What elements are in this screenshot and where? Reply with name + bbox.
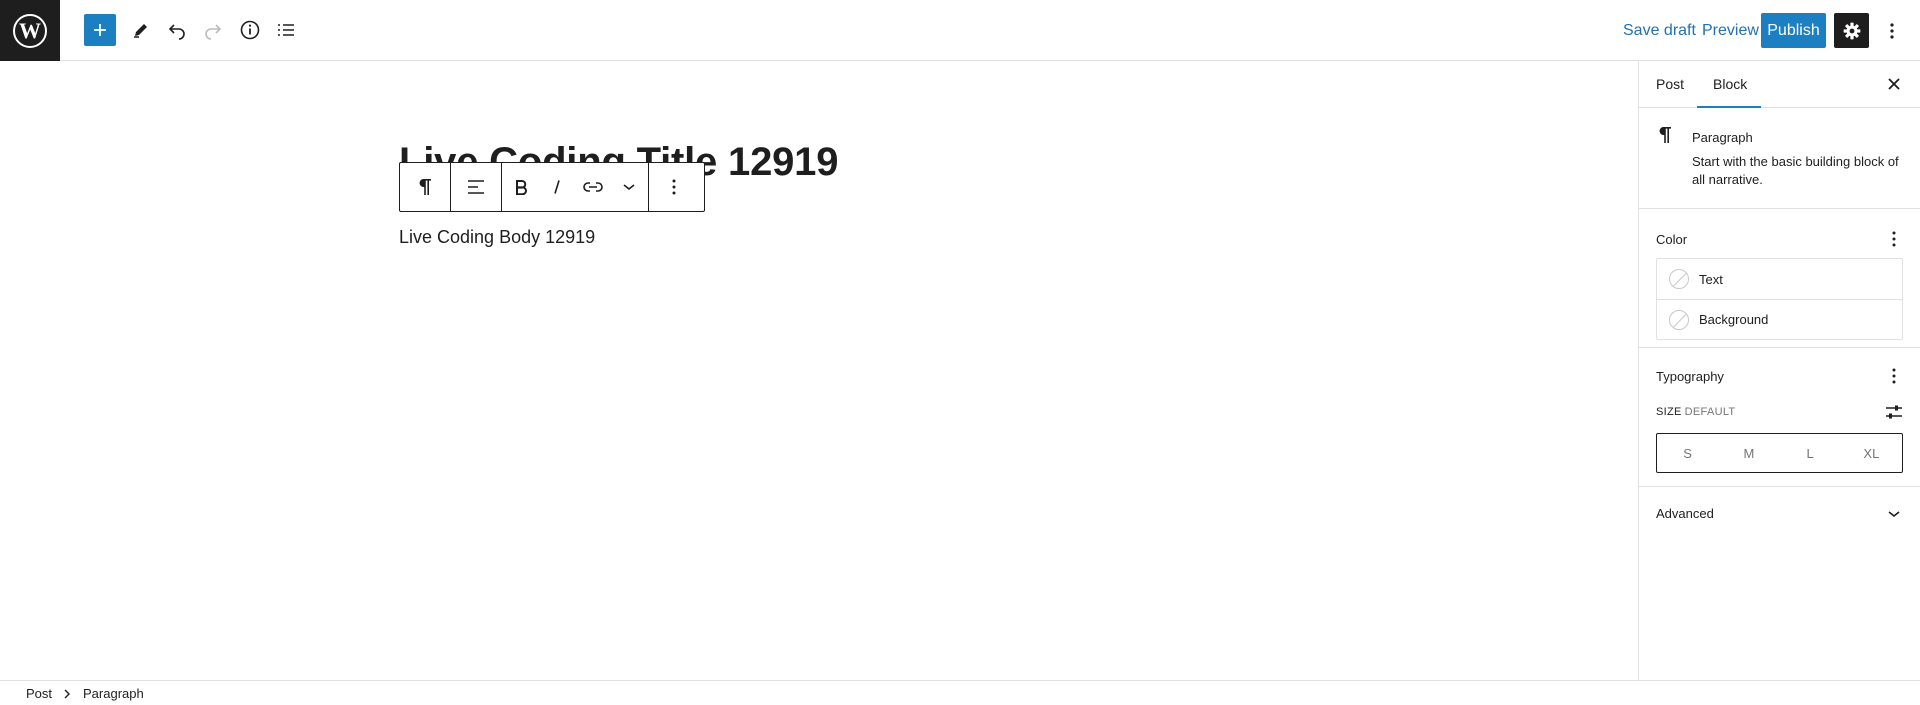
block-switcher-group <box>400 163 451 211</box>
typography-panel-heading: Typography <box>1656 369 1724 384</box>
typography-options-button[interactable] <box>1879 361 1909 391</box>
tab-post[interactable]: Post <box>1656 61 1684 108</box>
settings-sidebar: Post Block Paragraph Start with the basi… <box>1638 61 1920 681</box>
bold-button[interactable] <box>503 163 539 211</box>
more-vertical-icon <box>672 179 676 195</box>
gear-icon <box>1843 22 1860 39</box>
italic-button[interactable] <box>539 163 575 211</box>
chevron-down-icon <box>623 184 635 191</box>
block-card-description: Start with the basic building block of a… <box>1692 154 1899 187</box>
block-options-button[interactable] <box>650 163 698 211</box>
paragraph-icon <box>419 179 431 195</box>
align-group <box>451 163 502 211</box>
custom-size-toggle[interactable] <box>1879 400 1909 424</box>
background-color-item[interactable]: Background <box>1657 299 1902 339</box>
list-view-icon[interactable] <box>269 13 303 47</box>
text-color-item[interactable]: Text <box>1657 259 1902 299</box>
more-vertical-icon <box>1892 231 1896 247</box>
breadcrumb-paragraph[interactable]: Paragraph <box>83 686 144 701</box>
color-swatch <box>1669 269 1689 289</box>
typography-panel: Typography SIZE DEFAULT S M L XL <box>1639 349 1920 487</box>
paragraph-block-switcher[interactable] <box>401 163 449 211</box>
advanced-panel-heading: Advanced <box>1656 506 1714 521</box>
font-size-picker: S M L XL <box>1656 433 1903 473</box>
link-button[interactable] <box>575 163 611 211</box>
color-options-button[interactable] <box>1879 224 1909 254</box>
editor-canvas: Live Coding Title 12919 Live Coding Body… <box>0 61 1640 681</box>
edit-tools-icon[interactable] <box>124 13 158 47</box>
bold-icon <box>516 180 527 195</box>
add-block-button[interactable] <box>84 14 116 46</box>
breadcrumb: Post Paragraph <box>0 680 1920 705</box>
color-item-label: Text <box>1699 271 1723 287</box>
chevron-down-icon <box>1879 499 1909 529</box>
size-option-xl[interactable]: XL <box>1841 434 1902 472</box>
font-size-value: DEFAULT <box>1684 406 1736 418</box>
format-group <box>502 163 649 211</box>
size-option-s[interactable]: S <box>1657 434 1718 472</box>
options-group <box>649 163 699 211</box>
settings-sliders-icon <box>1886 405 1902 419</box>
more-vertical-icon <box>1892 368 1896 384</box>
paragraph-block[interactable]: Live Coding Body 12919 <box>399 227 595 248</box>
undo-icon[interactable] <box>160 13 194 47</box>
font-size-label: SIZE DEFAULT <box>1656 406 1735 418</box>
svg-text:W: W <box>19 18 41 43</box>
settings-button[interactable] <box>1834 13 1869 48</box>
close-icon <box>1888 78 1900 90</box>
more-vertical-icon <box>1890 22 1894 39</box>
size-option-m[interactable]: M <box>1718 434 1779 472</box>
preview-button[interactable]: Preview <box>1702 18 1759 44</box>
block-card-title: Paragraph <box>1692 130 1753 145</box>
size-option-l[interactable]: L <box>1780 434 1841 472</box>
advanced-panel-toggle[interactable]: Advanced <box>1639 488 1920 540</box>
italic-icon <box>554 180 560 194</box>
save-draft-button[interactable]: Save draft <box>1623 18 1696 44</box>
color-panel-heading: Color <box>1656 232 1688 247</box>
sidebar-tabs: Post Block <box>1639 61 1920 108</box>
font-size-label-text: SIZE <box>1656 406 1682 418</box>
details-info-icon[interactable] <box>233 13 267 47</box>
editor-header: W Save draft Preview Publish <box>0 0 1920 61</box>
link-icon <box>583 182 603 192</box>
wordpress-logo-icon[interactable]: W <box>0 0 60 61</box>
more-formats-button[interactable] <box>611 163 647 211</box>
tab-block[interactable]: Block <box>1696 61 1762 108</box>
align-text-button[interactable] <box>452 163 500 211</box>
color-panel: Color Text Background <box>1639 210 1920 348</box>
publish-button[interactable]: Publish <box>1761 13 1826 48</box>
paragraph-icon <box>1657 125 1673 150</box>
close-sidebar-button[interactable] <box>1877 67 1911 101</box>
options-menu-button[interactable] <box>1878 13 1906 48</box>
align-left-icon <box>468 180 484 194</box>
color-list: Text Background <box>1656 258 1903 340</box>
color-swatch <box>1669 309 1689 330</box>
chevron-right-icon <box>63 687 71 705</box>
block-card: Paragraph Start with the basic building … <box>1639 109 1920 209</box>
color-item-label: Background <box>1699 312 1769 327</box>
redo-icon[interactable] <box>196 13 230 47</box>
breadcrumb-post[interactable]: Post <box>26 686 52 701</box>
block-toolbar <box>399 162 705 212</box>
